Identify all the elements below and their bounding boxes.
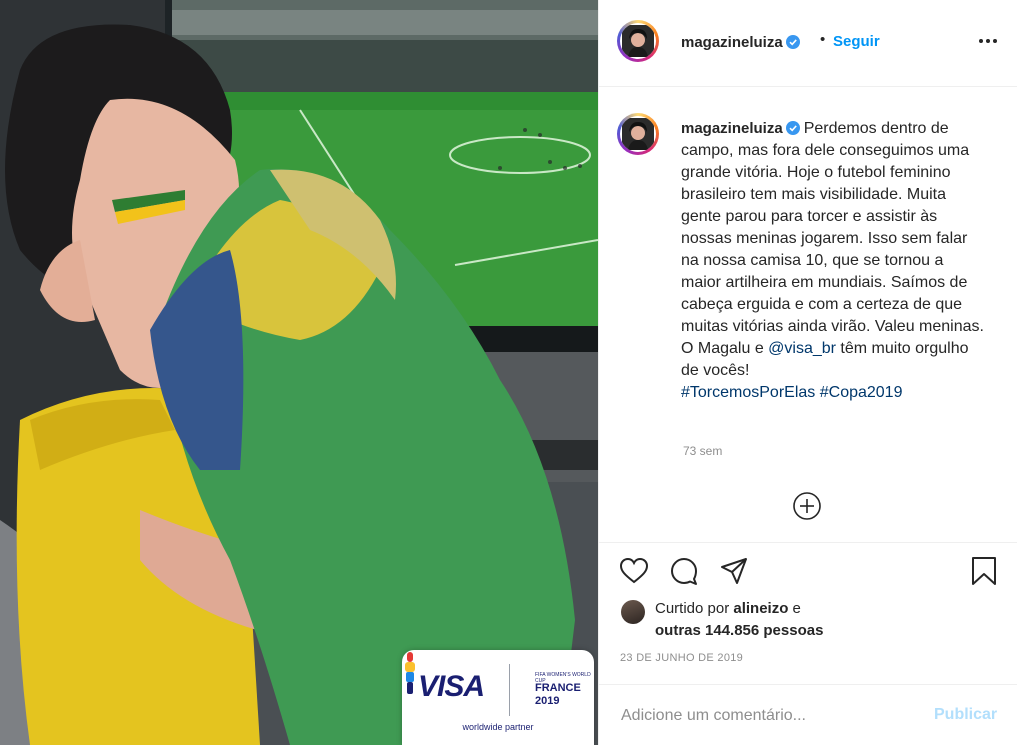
add-comment-form: Publicar (599, 684, 1017, 746)
visa-logo: VISA (418, 670, 485, 703)
event-country: FRANCE (535, 682, 581, 694)
caption-text: Perdemos dentro de campo, mas fora dele … (681, 120, 984, 357)
hashtag-link[interactable]: #Copa2019 (820, 384, 903, 401)
liker-avatar[interactable] (621, 600, 645, 624)
mention-link[interactable]: @visa_br (768, 340, 836, 357)
caption-author-avatar[interactable] (617, 113, 659, 155)
likes-text: Curtido por alineizo e outras 144.856 pe… (655, 598, 995, 642)
post-illustration (0, 0, 598, 745)
avatar-portrait-icon (622, 25, 654, 57)
post-image[interactable]: VISA FIFA WOMEN'S WORLD CUP FRANCE 2019 … (0, 0, 598, 745)
post-action-bar (599, 556, 1017, 588)
card-divider (509, 664, 510, 716)
caption-time-ago: 73 sem (683, 444, 723, 458)
author-avatar[interactable] (617, 20, 659, 62)
bookmark-icon[interactable] (969, 556, 999, 586)
post-side-panel: magazineluiza • Seguir magazineluiza Perd… (598, 0, 1017, 745)
heart-icon[interactable] (619, 556, 649, 586)
post-header: magazineluiza • Seguir (599, 0, 1017, 87)
post-date[interactable]: 23 DE JUNHO DE 2019 (620, 652, 743, 664)
author-username: magazineluiza (681, 34, 783, 51)
liked-by-prefix: Curtido por (655, 600, 734, 617)
partner-caption: worldwide partner (462, 722, 534, 732)
post-caption: magazineluiza Perdemos dentro de campo, m… (681, 118, 986, 404)
avatar-portrait-icon (622, 118, 654, 150)
world-cup-trophy-icon (405, 652, 415, 694)
author-username-link[interactable]: magazineluiza (681, 34, 800, 52)
event-year: 2019 (535, 695, 560, 707)
caption-username-text: magazineluiza (681, 120, 783, 137)
comments-section[interactable]: magazineluiza Perdemos dentro de campo, m… (599, 87, 1017, 543)
share-icon[interactable] (719, 556, 749, 586)
load-more-comments-icon[interactable] (792, 491, 822, 521)
visa-partner-card: VISA FIFA WOMEN'S WORLD CUP FRANCE 2019 … (402, 650, 594, 745)
verified-badge-icon (785, 35, 800, 49)
likes-others-link[interactable]: outras 144.856 pessoas (655, 622, 823, 639)
liked-by-user-link[interactable]: alineizo (733, 600, 788, 617)
verified-badge-icon (785, 121, 800, 135)
more-options-icon[interactable] (977, 30, 999, 52)
liked-by-join: e (788, 600, 801, 617)
comment-icon[interactable] (669, 556, 699, 586)
follow-button[interactable]: Seguir (833, 33, 880, 50)
hashtag-link[interactable]: #TorcemosPorElas (681, 384, 815, 401)
caption-username[interactable]: magazineluiza (681, 120, 800, 137)
comment-input[interactable] (619, 703, 913, 729)
publish-button[interactable]: Publicar (934, 706, 997, 724)
follow-separator: • (820, 31, 826, 48)
